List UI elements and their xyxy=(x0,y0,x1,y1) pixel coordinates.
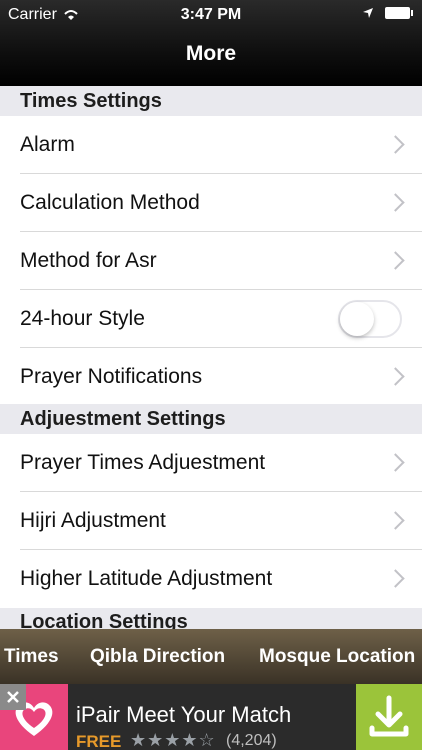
battery-icon xyxy=(385,7,413,19)
row-24-hour-style: 24-hour Style xyxy=(0,290,422,348)
row-label: Method for Asr xyxy=(20,249,157,272)
nav-header: Carrier 3:47 PM More xyxy=(0,0,422,86)
row-label: Prayer Times Adjuestment xyxy=(20,451,266,474)
status-bar: Carrier 3:47 PM xyxy=(0,0,422,30)
row-label: Hijri Adjustment xyxy=(20,509,166,532)
chevron-right-icon xyxy=(386,367,405,386)
tab-mosque-location[interactable]: Mosque Location xyxy=(259,629,415,684)
tab-bar: Times Qibla Direction Mosque Location xyxy=(0,629,422,684)
row-prayer-times-adjustment[interactable]: Prayer Times Adjuestment xyxy=(0,434,422,492)
row-prayer-notifications[interactable]: Prayer Notifications xyxy=(0,348,422,406)
row-label: Prayer Notifications xyxy=(20,365,203,388)
row-higher-latitude-adjustment[interactable]: Higher Latitude Adjustment xyxy=(0,550,422,608)
row-label: Higher Latitude Adjustment xyxy=(20,567,273,590)
ad-close-button[interactable] xyxy=(0,684,422,750)
tab-times[interactable]: Times xyxy=(4,629,59,684)
row-hijri-adjustment[interactable]: Hijri Adjustment xyxy=(0,492,422,550)
tab-qibla-direction[interactable]: Qibla Direction xyxy=(90,629,225,684)
status-time: 3:47 PM xyxy=(180,6,242,23)
chevron-right-icon xyxy=(386,135,405,154)
location-icon xyxy=(363,8,373,18)
status-right xyxy=(362,6,414,20)
chevron-right-icon xyxy=(386,511,405,530)
chevron-right-icon xyxy=(386,569,405,588)
chevron-right-icon xyxy=(386,193,405,212)
section-header-times: Times Settings xyxy=(0,86,422,116)
section-header-adjustment: Adjuestment Settings xyxy=(0,404,422,434)
row-method-for-asr[interactable]: Method for Asr xyxy=(0,232,422,290)
close-icon xyxy=(0,684,26,710)
row-label: Alarm xyxy=(20,133,75,156)
row-label: 24-hour Style xyxy=(20,307,145,330)
page-title: More xyxy=(185,42,237,65)
row-calculation-method[interactable]: Calculation Method xyxy=(0,174,422,232)
row-alarm[interactable]: Alarm xyxy=(0,116,422,174)
toggle-knob xyxy=(340,302,374,336)
24-hour-toggle[interactable] xyxy=(338,300,402,338)
chevron-right-icon xyxy=(386,251,405,270)
chevron-right-icon xyxy=(386,453,405,472)
row-label: Calculation Method xyxy=(20,191,200,214)
